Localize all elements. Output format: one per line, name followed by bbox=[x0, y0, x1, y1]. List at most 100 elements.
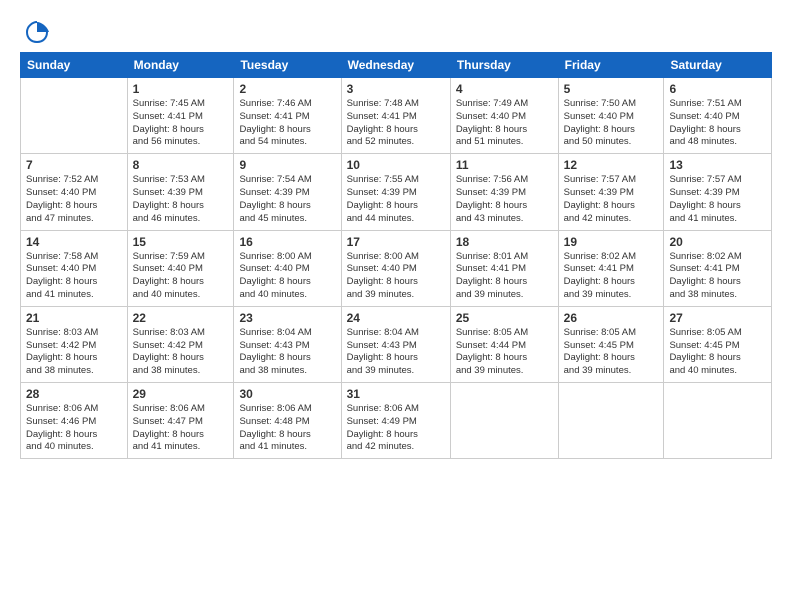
day-number: 7 bbox=[26, 158, 122, 172]
day-info: Sunrise: 7:48 AM Sunset: 4:41 PM Dayligh… bbox=[347, 98, 445, 149]
calendar-cell: 21 Sunrise: 8:03 AM Sunset: 4:42 PM Dayli… bbox=[21, 306, 128, 382]
calendar-cell: 29 Sunrise: 8:06 AM Sunset: 4:47 PM Dayli… bbox=[127, 383, 234, 459]
day-number: 3 bbox=[347, 82, 445, 96]
day-info: Sunrise: 7:51 AM Sunset: 4:40 PM Dayligh… bbox=[669, 98, 766, 149]
week-row-3: 21 Sunrise: 8:03 AM Sunset: 4:42 PM Dayli… bbox=[21, 306, 772, 382]
calendar-cell: 6Sunrise: 7:51 AM Sunset: 4:40 PM Daylig… bbox=[664, 78, 772, 154]
day-number: 21 bbox=[26, 311, 122, 325]
calendar-cell: 31 Sunrise: 8:06 AM Sunset: 4:49 PM Dayli… bbox=[341, 383, 450, 459]
day-number: 11 bbox=[456, 158, 553, 172]
day-info: Sunrise: 8:06 AM Sunset: 4:49 PM Dayligh… bbox=[347, 403, 445, 454]
calendar-cell: 12 Sunrise: 7:57 AM Sunset: 4:39 PM Dayli… bbox=[558, 154, 664, 230]
calendar-cell bbox=[558, 383, 664, 459]
day-number: 1 bbox=[133, 82, 229, 96]
calendar: SundayMondayTuesdayWednesdayThursdayFrid… bbox=[20, 52, 772, 459]
day-info: Sunrise: 7:53 AM Sunset: 4:39 PM Dayligh… bbox=[133, 174, 229, 225]
day-number: 2 bbox=[239, 82, 335, 96]
day-info: Sunrise: 8:02 AM Sunset: 4:41 PM Dayligh… bbox=[669, 251, 766, 302]
day-number: 25 bbox=[456, 311, 553, 325]
day-info: Sunrise: 7:49 AM Sunset: 4:40 PM Dayligh… bbox=[456, 98, 553, 149]
day-info: Sunrise: 8:05 AM Sunset: 4:44 PM Dayligh… bbox=[456, 327, 553, 378]
calendar-cell: 3 Sunrise: 7:48 AM Sunset: 4:41 PM Daylig… bbox=[341, 78, 450, 154]
day-number: 23 bbox=[239, 311, 335, 325]
calendar-cell: 11 Sunrise: 7:56 AM Sunset: 4:39 PM Dayli… bbox=[450, 154, 558, 230]
day-number: 19 bbox=[564, 235, 659, 249]
day-number: 17 bbox=[347, 235, 445, 249]
day-number: 14 bbox=[26, 235, 122, 249]
calendar-cell: 27Sunrise: 8:05 AM Sunset: 4:45 PM Dayli… bbox=[664, 306, 772, 382]
day-info: Sunrise: 7:45 AM Sunset: 4:41 PM Dayligh… bbox=[133, 98, 229, 149]
day-number: 4 bbox=[456, 82, 553, 96]
day-number: 5 bbox=[564, 82, 659, 96]
day-number: 27 bbox=[669, 311, 766, 325]
calendar-cell: 16 Sunrise: 8:00 AM Sunset: 4:40 PM Dayli… bbox=[234, 230, 341, 306]
day-info: Sunrise: 8:06 AM Sunset: 4:48 PM Dayligh… bbox=[239, 403, 335, 454]
calendar-cell: 10Sunrise: 7:55 AM Sunset: 4:39 PM Dayli… bbox=[341, 154, 450, 230]
day-number: 16 bbox=[239, 235, 335, 249]
calendar-cell: 2 Sunrise: 7:46 AM Sunset: 4:41 PM Daylig… bbox=[234, 78, 341, 154]
calendar-cell: 28Sunrise: 8:06 AM Sunset: 4:46 PM Dayli… bbox=[21, 383, 128, 459]
calendar-cell bbox=[664, 383, 772, 459]
day-info: Sunrise: 7:57 AM Sunset: 4:39 PM Dayligh… bbox=[564, 174, 659, 225]
day-info: Sunrise: 7:52 AM Sunset: 4:40 PM Dayligh… bbox=[26, 174, 122, 225]
logo-icon bbox=[23, 18, 51, 46]
day-number: 15 bbox=[133, 235, 229, 249]
day-info: Sunrise: 7:56 AM Sunset: 4:39 PM Dayligh… bbox=[456, 174, 553, 225]
weekday-header-saturday: Saturday bbox=[664, 53, 772, 78]
day-info: Sunrise: 8:04 AM Sunset: 4:43 PM Dayligh… bbox=[347, 327, 445, 378]
weekday-header-row: SundayMondayTuesdayWednesdayThursdayFrid… bbox=[21, 53, 772, 78]
day-number: 13 bbox=[669, 158, 766, 172]
day-info: Sunrise: 8:03 AM Sunset: 4:42 PM Dayligh… bbox=[133, 327, 229, 378]
weekday-header-monday: Monday bbox=[127, 53, 234, 78]
day-number: 9 bbox=[239, 158, 335, 172]
calendar-cell: 9 Sunrise: 7:54 AM Sunset: 4:39 PM Daylig… bbox=[234, 154, 341, 230]
weekday-header-thursday: Thursday bbox=[450, 53, 558, 78]
weekday-header-sunday: Sunday bbox=[21, 53, 128, 78]
calendar-cell: 4 Sunrise: 7:49 AM Sunset: 4:40 PM Daylig… bbox=[450, 78, 558, 154]
calendar-cell: 20 Sunrise: 8:02 AM Sunset: 4:41 PM Dayli… bbox=[664, 230, 772, 306]
weekday-header-tuesday: Tuesday bbox=[234, 53, 341, 78]
day-info: Sunrise: 8:06 AM Sunset: 4:46 PM Dayligh… bbox=[26, 403, 122, 454]
weekday-header-friday: Friday bbox=[558, 53, 664, 78]
calendar-cell: 25 Sunrise: 8:05 AM Sunset: 4:44 PM Dayli… bbox=[450, 306, 558, 382]
calendar-cell: 19 Sunrise: 8:02 AM Sunset: 4:41 PM Dayli… bbox=[558, 230, 664, 306]
day-number: 12 bbox=[564, 158, 659, 172]
day-info: Sunrise: 7:54 AM Sunset: 4:39 PM Dayligh… bbox=[239, 174, 335, 225]
day-info: Sunrise: 8:00 AM Sunset: 4:40 PM Dayligh… bbox=[239, 251, 335, 302]
day-number: 20 bbox=[669, 235, 766, 249]
calendar-cell: 8 Sunrise: 7:53 AM Sunset: 4:39 PM Daylig… bbox=[127, 154, 234, 230]
day-info: Sunrise: 7:57 AM Sunset: 4:39 PM Dayligh… bbox=[669, 174, 766, 225]
day-number: 8 bbox=[133, 158, 229, 172]
week-row-4: 28Sunrise: 8:06 AM Sunset: 4:46 PM Dayli… bbox=[21, 383, 772, 459]
calendar-cell: 26 Sunrise: 8:05 AM Sunset: 4:45 PM Dayli… bbox=[558, 306, 664, 382]
logo bbox=[20, 18, 51, 46]
day-number: 18 bbox=[456, 235, 553, 249]
week-row-2: 14Sunrise: 7:58 AM Sunset: 4:40 PM Dayli… bbox=[21, 230, 772, 306]
day-number: 22 bbox=[133, 311, 229, 325]
calendar-cell: 30 Sunrise: 8:06 AM Sunset: 4:48 PM Dayli… bbox=[234, 383, 341, 459]
calendar-cell: 23Sunrise: 8:04 AM Sunset: 4:43 PM Dayli… bbox=[234, 306, 341, 382]
calendar-cell: 7 Sunrise: 7:52 AM Sunset: 4:40 PM Daylig… bbox=[21, 154, 128, 230]
page: SundayMondayTuesdayWednesdayThursdayFrid… bbox=[0, 0, 792, 469]
header bbox=[20, 18, 772, 46]
day-info: Sunrise: 8:00 AM Sunset: 4:40 PM Dayligh… bbox=[347, 251, 445, 302]
day-info: Sunrise: 7:55 AM Sunset: 4:39 PM Dayligh… bbox=[347, 174, 445, 225]
calendar-cell: 24 Sunrise: 8:04 AM Sunset: 4:43 PM Dayli… bbox=[341, 306, 450, 382]
calendar-cell: 1 Sunrise: 7:45 AM Sunset: 4:41 PM Daylig… bbox=[127, 78, 234, 154]
calendar-cell: 22 Sunrise: 8:03 AM Sunset: 4:42 PM Dayli… bbox=[127, 306, 234, 382]
week-row-0: 1 Sunrise: 7:45 AM Sunset: 4:41 PM Daylig… bbox=[21, 78, 772, 154]
day-number: 29 bbox=[133, 387, 229, 401]
day-number: 31 bbox=[347, 387, 445, 401]
week-row-1: 7 Sunrise: 7:52 AM Sunset: 4:40 PM Daylig… bbox=[21, 154, 772, 230]
day-info: Sunrise: 8:02 AM Sunset: 4:41 PM Dayligh… bbox=[564, 251, 659, 302]
day-info: Sunrise: 8:03 AM Sunset: 4:42 PM Dayligh… bbox=[26, 327, 122, 378]
calendar-cell: 14Sunrise: 7:58 AM Sunset: 4:40 PM Dayli… bbox=[21, 230, 128, 306]
day-number: 26 bbox=[564, 311, 659, 325]
day-info: Sunrise: 8:05 AM Sunset: 4:45 PM Dayligh… bbox=[564, 327, 659, 378]
day-info: Sunrise: 8:06 AM Sunset: 4:47 PM Dayligh… bbox=[133, 403, 229, 454]
day-info: Sunrise: 7:59 AM Sunset: 4:40 PM Dayligh… bbox=[133, 251, 229, 302]
day-number: 30 bbox=[239, 387, 335, 401]
weekday-header-wednesday: Wednesday bbox=[341, 53, 450, 78]
day-number: 24 bbox=[347, 311, 445, 325]
day-info: Sunrise: 7:46 AM Sunset: 4:41 PM Dayligh… bbox=[239, 98, 335, 149]
